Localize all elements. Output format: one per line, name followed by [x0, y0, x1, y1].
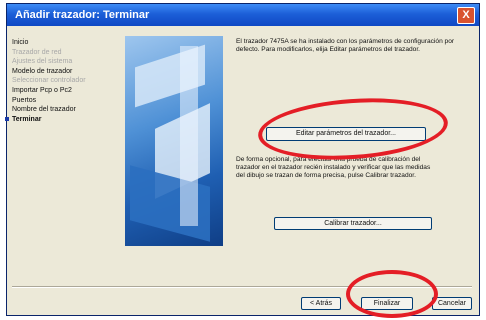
- wizard-steps-nav: Inicio Trazador de red Ajustes del siste…: [12, 38, 124, 124]
- illustration-shape: [180, 46, 198, 226]
- nav-step-seleccionar-controlador: Seleccionar controlador: [12, 77, 86, 85]
- nav-step-ajustes-sistema: Ajustes del sistema: [12, 58, 73, 66]
- install-message: El trazador 7475A se ha instalado con lo…: [236, 38, 455, 53]
- nav-step-terminar: Terminar: [12, 115, 124, 125]
- nav-step-trazador-de-red: Trazador de red: [12, 48, 62, 56]
- nav-step-puertos: Puertos: [12, 96, 37, 104]
- nav-step-modelo-trazador: Modelo de trazador: [12, 67, 73, 75]
- nav-step-inicio: Inicio: [12, 39, 29, 46]
- window-title: Añadir trazador: Terminar: [15, 9, 150, 21]
- close-button[interactable]: X: [457, 7, 475, 24]
- nav-step-nombre-trazador: Nombre del trazador: [12, 106, 76, 114]
- cancel-button[interactable]: Cancelar: [432, 297, 472, 310]
- wizard-illustration: [125, 36, 223, 246]
- nav-step-importar-pcp: Importar Pcp o Pc2: [12, 86, 72, 94]
- back-button[interactable]: < Atrás: [301, 297, 341, 310]
- annotation-ring-finish: [346, 270, 438, 318]
- title-bar: Añadir trazador: Terminar X: [7, 4, 479, 26]
- calibrate-plotter-button[interactable]: Calibrar trazador...: [274, 217, 432, 230]
